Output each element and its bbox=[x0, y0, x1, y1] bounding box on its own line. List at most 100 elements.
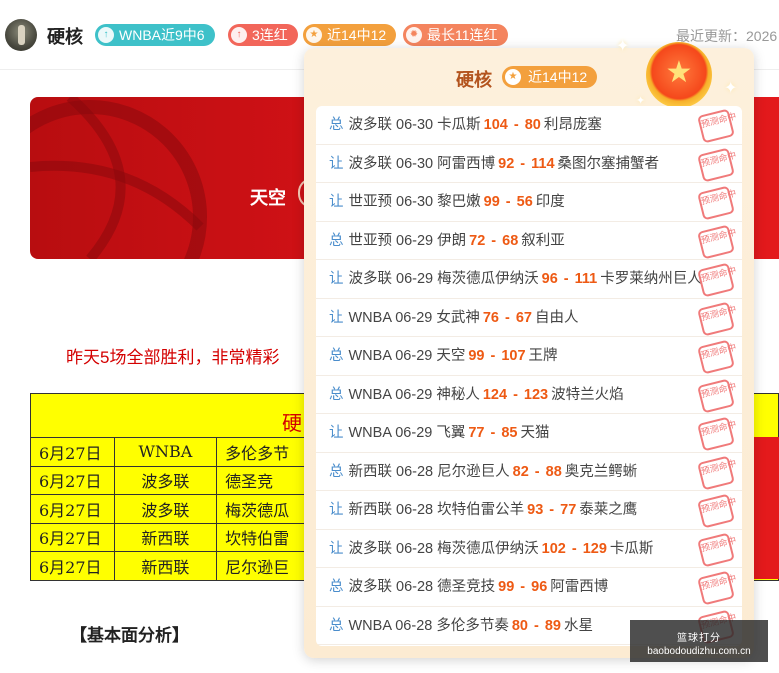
list-item[interactable]: 总 WNBA 06-29 神秘人 124-123 波特兰火焰 预测命中 bbox=[316, 376, 742, 414]
record-league: 波多联 bbox=[348, 540, 393, 557]
record-text: 总波多联 06-28 德圣竞技 99-96 阿雷西博 bbox=[316, 568, 608, 606]
record-tag: 总 bbox=[329, 463, 344, 480]
record-league: WNBA bbox=[348, 309, 392, 326]
record-home-team: 飞翼 bbox=[436, 425, 466, 441]
list-item[interactable]: 总新西联 06-28 尼尔逊巨人 82-88 奥克兰鳄蜥 预测命中 bbox=[316, 453, 742, 491]
row-league: 波多联 bbox=[113, 465, 218, 495]
record-tag: 总 bbox=[329, 348, 344, 364]
record-date: 06-28 bbox=[396, 502, 434, 518]
badge-label: WNBA近9中6 bbox=[119, 27, 205, 43]
record-league: 新西联 bbox=[348, 463, 393, 480]
record-home-team: 阿雷西博 bbox=[437, 155, 496, 172]
record-date: 06-30 bbox=[396, 155, 434, 172]
record-text: 让世亚预 06-30 黎巴嫩 99-56 印度 bbox=[316, 183, 565, 221]
record-home-team: 天空 bbox=[436, 348, 466, 364]
record-score-separator: - bbox=[490, 348, 496, 364]
list-item[interactable]: 总波多联 06-28 德圣竞技 99-96 阿雷西博 预测命中 bbox=[316, 568, 742, 607]
hit-stamp-icon: 预测命中 bbox=[697, 570, 737, 606]
row-date: 6月27日 bbox=[30, 437, 115, 467]
badge-wnba-record[interactable]: ↑ WNBA近9中6 bbox=[95, 24, 215, 46]
record-list[interactable]: 总波多联 06-30 卡瓜斯 104-80 利昂庞塞 预测命中让波多联 06-30 阿… bbox=[316, 106, 742, 646]
record-away-team: 利昂庞塞 bbox=[543, 117, 602, 133]
record-popup: 硬核 ★ 近14中12 ✦ ✦ ✦ 总波多联 06-30 卡瓜斯104-80利昂… bbox=[304, 38, 754, 658]
badge-longest-streak[interactable]: ✹ 最长11连红 bbox=[403, 24, 508, 46]
record-home-team: 尼尔逊巨人 bbox=[437, 463, 510, 480]
list-item[interactable]: 总 WNBA 06-29 天空 99-107 王牌 预测命中 bbox=[316, 337, 742, 376]
record-tag: 让 bbox=[329, 309, 344, 326]
record-tag: 让 bbox=[329, 540, 344, 557]
record-home-team: 卡瓜斯 bbox=[437, 117, 481, 133]
record-away-team: 自由人 bbox=[534, 309, 579, 326]
list-item[interactable]: 让世亚预 06-30 黎巴嫩 99-56 印度 预测命中 bbox=[316, 183, 742, 222]
hit-stamp-icon: 预测命中 bbox=[697, 532, 737, 567]
record-home-team: 梅茨德瓜伊纳沃 bbox=[437, 271, 539, 287]
record-score-separator: - bbox=[513, 117, 519, 133]
record-away-team: 阿雷西博 bbox=[550, 579, 609, 595]
list-item[interactable]: 让波多联 06-28 梅茨德瓜伊纳沃 102-129 卡瓜斯 预测命中 bbox=[316, 530, 742, 568]
list-item[interactable]: 总世亚预 06-29 伊朗 72-68 叙利亚 预测命中 bbox=[316, 222, 742, 260]
last-updated-label: 最近更新：2026 bbox=[676, 28, 778, 44]
row-league: WNBA bbox=[113, 437, 218, 467]
avatar[interactable] bbox=[5, 19, 37, 51]
badge-recent-record[interactable]: ★ 近14中12 bbox=[303, 24, 397, 46]
watermark-url: baobodoudizhu.com.cn bbox=[647, 646, 751, 657]
list-item[interactable]: 让 WNBA 06-29 飞翼 77-85 天猫 预测命中 bbox=[316, 414, 742, 453]
record-league: WNBA bbox=[348, 348, 392, 364]
banner-team-name: 天空 bbox=[250, 188, 286, 208]
badge-win-streak[interactable]: ↑ 3连红 bbox=[228, 24, 298, 46]
hit-stamp-icon: 预测命中 bbox=[697, 108, 737, 144]
record-home-score: 77 bbox=[468, 425, 485, 441]
record-away-team: 泰莱之鹰 bbox=[579, 502, 638, 518]
record-date: 06-28 bbox=[396, 579, 434, 595]
record-league: WNBA bbox=[348, 617, 392, 634]
sparkle-icon: ✦ bbox=[616, 38, 630, 55]
record-away-score: 80 bbox=[524, 117, 541, 133]
row-league: 新西联 bbox=[113, 522, 218, 552]
record-home-team: 伊朗 bbox=[437, 232, 467, 249]
article-intro: 昨天5场全部胜利，非常精彩 bbox=[66, 348, 280, 367]
record-home-team: 神秘人 bbox=[436, 386, 480, 403]
record-league: WNBA bbox=[348, 386, 392, 403]
record-home-score: 72 bbox=[469, 232, 486, 249]
record-text: 总波多联 06-30 卡瓜斯 104-80 利昂庞塞 bbox=[316, 106, 602, 144]
hit-stamp-icon: 预测命中 bbox=[697, 455, 737, 490]
watermark: 篮球打分 baobodoudizhu.com.cn bbox=[630, 620, 768, 662]
list-item[interactable]: 让波多联 06-30 阿雷西博 92-114 桑图尔塞捕蟹者 预测命中 bbox=[316, 145, 742, 183]
record-date: 06-29 bbox=[395, 309, 433, 326]
row-date: 6月27日 bbox=[30, 551, 115, 581]
star-icon: ★ bbox=[505, 69, 521, 85]
record-away-score: 96 bbox=[531, 579, 548, 595]
record-away-score: 88 bbox=[545, 463, 562, 480]
record-home-score: 99 bbox=[483, 194, 500, 210]
user-name[interactable]: 硬核 bbox=[47, 23, 83, 49]
record-away-team: 印度 bbox=[535, 194, 565, 210]
badge-label: 最长11连红 bbox=[427, 27, 498, 43]
list-item[interactable]: 让 WNBA 06-29 女武神 76-67 自由人 预测命中 bbox=[316, 299, 742, 337]
list-item[interactable]: 让波多联 06-29 梅茨德瓜伊纳沃 96-111 卡罗莱纳州巨人 预测命中 bbox=[316, 260, 742, 299]
record-score-separator: - bbox=[563, 271, 569, 287]
record-score-separator: - bbox=[513, 386, 518, 403]
hit-stamp-icon: 预测命中 bbox=[697, 185, 737, 221]
record-tag: 总 bbox=[329, 386, 344, 403]
record-tag: 总 bbox=[329, 232, 344, 249]
record-date: 06-28 bbox=[395, 617, 433, 634]
record-away-team: 卡罗莱纳州巨人 bbox=[600, 271, 702, 287]
hit-stamp-icon: 预测命中 bbox=[697, 301, 737, 336]
record-score-separator: - bbox=[505, 309, 510, 326]
section-heading: 【基本面分析】 bbox=[70, 626, 189, 645]
record-home-score: 102 bbox=[541, 540, 566, 557]
row-league: 新西联 bbox=[113, 551, 218, 581]
result-column bbox=[754, 437, 779, 579]
medal-icon bbox=[646, 42, 712, 108]
star-icon: ★ bbox=[306, 27, 322, 43]
record-away-score: 111 bbox=[574, 271, 598, 287]
hit-stamp-icon: 预测命中 bbox=[697, 339, 737, 375]
record-date: 06-29 bbox=[396, 232, 434, 249]
record-away-score: 89 bbox=[544, 617, 561, 634]
record-away-score: 85 bbox=[501, 425, 518, 441]
record-away-team: 卡瓜斯 bbox=[609, 540, 654, 557]
record-away-team: 天猫 bbox=[520, 425, 550, 441]
list-item[interactable]: 让新西联 06-28 坎特伯雷公羊 93-77 泰莱之鹰 预测命中 bbox=[316, 491, 742, 530]
list-item[interactable]: 总波多联 06-30 卡瓜斯 104-80 利昂庞塞 预测命中 bbox=[316, 106, 742, 145]
record-home-score: 80 bbox=[511, 617, 528, 634]
